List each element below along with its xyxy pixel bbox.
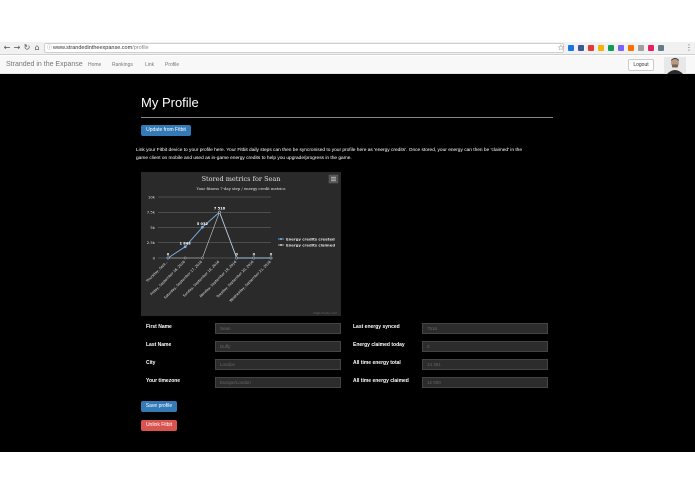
url-host: www.strandedintheexpanse.com (53, 45, 133, 51)
y-tick-label: 0 (153, 255, 156, 260)
chart-title: Stored metrics for Sean (202, 175, 281, 183)
intro-line-1: Link your Fitbit device to your profile … (136, 148, 523, 153)
address-bar[interactable]: ⓘ www.strandedintheexpanse.com/profile (44, 43, 564, 53)
main-content (0, 74, 695, 452)
data-label: 5 032 (197, 222, 209, 226)
all-time-energy-total-label: All time energy total (353, 360, 401, 366)
unlink-fitbit-button[interactable]: Unlink Fitbit (141, 420, 177, 431)
legend-marker (280, 238, 282, 240)
logout-button[interactable]: Logout (628, 59, 654, 71)
first-name-label: First Name (146, 324, 172, 330)
y-tick-label: 5k (150, 225, 155, 230)
city-field[interactable]: London (215, 359, 341, 370)
site-navbar: Stranded in the Expanse Home Rankings Li… (0, 56, 695, 74)
nav-home[interactable]: Home (88, 62, 101, 68)
city-label: City (146, 360, 156, 366)
home-icon[interactable]: ⌂ (32, 43, 42, 53)
intro-text: Link your Fitbit device to your profile … (136, 147, 566, 162)
extension-icon[interactable] (618, 45, 624, 51)
last-energy-synced-label: Last energy synced (353, 324, 400, 330)
extension-icon[interactable] (628, 45, 634, 51)
x-tick-label: Friday, September 16, 2016 (150, 260, 186, 296)
chart-svg: Stored metrics for Sean Your fitness 7-da… (145, 174, 339, 315)
brand-link[interactable]: Stranded in the Expanse (6, 61, 83, 68)
url-path: /profile (132, 45, 149, 51)
data-point (183, 256, 187, 260)
extension-icon[interactable] (648, 45, 654, 51)
legend-marker (280, 244, 282, 246)
browser-toolbar: ← → ↻ ⌂ ⓘ www.strandedintheexpanse.com/p… (0, 42, 695, 55)
extension-icon[interactable] (608, 45, 614, 51)
metrics-chart: Stored metrics for Sean Your fitness 7-da… (141, 172, 341, 316)
data-label: 0 (270, 253, 273, 257)
save-profile-button[interactable]: Save profile (141, 401, 177, 412)
nav-link[interactable]: Link (145, 62, 154, 68)
extension-icon[interactable] (588, 45, 594, 51)
series-line-1 (168, 211, 271, 259)
data-point (235, 256, 239, 260)
y-tick-label: 2.5k (147, 240, 156, 245)
data-label: 0 (253, 253, 256, 257)
page-title: My Profile (141, 95, 199, 110)
bookmark-star-icon[interactable]: ☆ (556, 43, 566, 53)
series-line-0 (167, 211, 271, 259)
y-tick-label: 7.5k (147, 210, 156, 215)
reload-icon[interactable]: ↻ (22, 43, 32, 53)
forward-icon[interactable]: → (12, 43, 22, 53)
legend-entry: Energy credits claimed (286, 242, 335, 247)
data-point (183, 245, 187, 249)
your-timezone-label: Your timezone (146, 378, 181, 384)
all-time-energy-claimed-label: All time energy claimed (353, 378, 409, 384)
data-label: 7 516 (214, 207, 226, 211)
intro-line-2: game client on mobile and used as in-gam… (136, 155, 352, 161)
data-point (166, 256, 170, 260)
info-icon: ⓘ (47, 45, 53, 51)
energy-claimed-today-field: 0 (422, 341, 548, 352)
update-from-fitbit-button[interactable]: Update from Fitbit (141, 125, 191, 136)
back-icon[interactable]: ← (2, 43, 12, 53)
legend-entry: Energy credits created (286, 236, 335, 241)
all-time-energy-total-field: 14 391 (422, 359, 548, 370)
avatar[interactable] (664, 57, 686, 74)
data-label: 1 843 (180, 241, 192, 245)
y-tick-label: 10k (148, 194, 156, 199)
last-name-field[interactable]: Duffy (215, 341, 341, 352)
all-time-energy-claimed-field: 12 000 (422, 377, 548, 388)
title-divider (141, 117, 553, 118)
extension-icon[interactable] (658, 45, 664, 51)
data-point (200, 256, 204, 260)
data-point (218, 210, 221, 214)
data-point (200, 225, 204, 229)
extension-icon[interactable] (638, 45, 644, 51)
first-name-field[interactable]: Sean (215, 323, 341, 334)
nav-profile[interactable]: Profile (165, 62, 179, 68)
extension-icon[interactable] (578, 45, 584, 51)
chart-credit: Highcharts.com (313, 311, 337, 315)
chart-subtitle: Your fitness 7-day step / energy credit … (196, 186, 286, 191)
extension-icon[interactable] (568, 45, 574, 51)
menu-icon[interactable]: ⋮ (684, 43, 694, 53)
last-energy-synced-field: 7516 (422, 323, 548, 334)
nav-rankings[interactable]: Rankings (112, 62, 133, 68)
data-label: 0 (167, 253, 170, 257)
data-point (252, 256, 256, 260)
energy-claimed-today-label: Energy claimed today (353, 342, 405, 348)
extension-icon[interactable] (598, 45, 604, 51)
last-name-label: Last Name (146, 342, 172, 348)
your-timezone-field[interactable]: Europe/London (215, 377, 341, 388)
data-point (269, 256, 273, 260)
